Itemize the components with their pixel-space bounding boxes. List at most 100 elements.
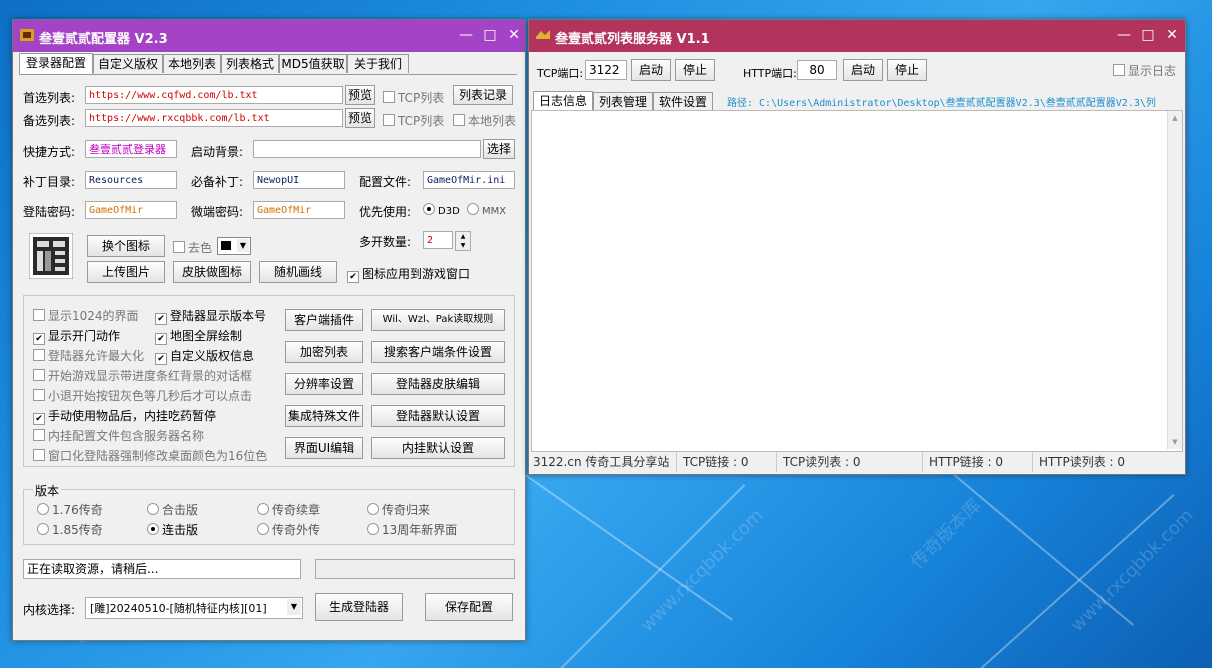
version-radio-4[interactable]: 1.85传奇	[37, 521, 103, 538]
version-3-dot[interactable]	[367, 503, 379, 515]
show-log-checkbox[interactable]: 显示日志	[1113, 62, 1176, 79]
version-7-dot[interactable]	[367, 523, 379, 535]
tcp-port-input[interactable]: 3122	[585, 60, 627, 80]
micro-pwd-input[interactable]: GameOfMir	[253, 201, 345, 219]
encrypt-list-button[interactable]: 加密列表	[285, 341, 363, 363]
tab-local-list[interactable]: 本地列表	[163, 54, 221, 73]
version-radio-6[interactable]: 传奇外传	[257, 521, 320, 538]
launcher-default-button[interactable]: 登陆器默认设置	[371, 405, 505, 427]
version-radio-5[interactable]: 连击版	[147, 521, 198, 538]
option-7-box[interactable]	[33, 389, 45, 401]
generate-launcher-button[interactable]: 生成登陆器	[315, 593, 403, 621]
resolution-button[interactable]: 分辨率设置	[285, 373, 363, 395]
minimize-icon[interactable]: —	[1113, 24, 1135, 46]
version-0-dot[interactable]	[37, 503, 49, 515]
option-checkbox-2[interactable]: 显示开门动作	[33, 327, 120, 345]
bg-input[interactable]	[253, 140, 481, 158]
scroll-down-icon[interactable]: ▼	[1168, 435, 1182, 449]
version-radio-2[interactable]: 传奇续章	[257, 501, 320, 518]
shortcut-input[interactable]: 叁壹贰贰登录器	[85, 140, 177, 158]
version-6-dot[interactable]	[257, 523, 269, 535]
d3d-radio-dot[interactable]	[423, 203, 435, 215]
list-server-titlebar[interactable]: 叁壹贰贰列表服务器 V1.1 — □ ✕	[529, 20, 1185, 52]
upload-image-button[interactable]: 上传图片	[87, 261, 165, 283]
option-6-box[interactable]	[33, 369, 45, 381]
option-1-box[interactable]	[155, 313, 167, 325]
tab-md5[interactable]: MD5值获取	[279, 54, 347, 73]
skin-edit-button[interactable]: 登陆器皮肤编辑	[371, 373, 505, 395]
random-line-button[interactable]: 随机画线	[259, 261, 337, 283]
config-file-input[interactable]: GameOfMir.ini	[423, 171, 515, 189]
tcp-list-checkbox-2[interactable]: TCP列表	[383, 112, 444, 129]
option-checkbox-3[interactable]: 地图全屏绘制	[155, 327, 242, 345]
option-4-box[interactable]	[33, 349, 45, 361]
change-icon-button[interactable]: 换个图标	[87, 235, 165, 257]
log-scrollbar[interactable]: ▲ ▼	[1167, 111, 1182, 449]
log-area[interactable]: ▲ ▼	[531, 110, 1183, 452]
remove-color-checkbox[interactable]: 去色	[173, 239, 212, 256]
first-list-input[interactable]: https://www.cqfwd.com/lb.txt	[85, 86, 343, 104]
tab-list-format[interactable]: 列表格式	[221, 54, 279, 73]
tcp-stop-button[interactable]: 停止	[675, 59, 715, 81]
http-stop-button[interactable]: 停止	[887, 59, 927, 81]
option-0-box[interactable]	[33, 309, 45, 321]
version-radio-7[interactable]: 13周年新界面	[367, 521, 457, 538]
option-3-box[interactable]	[155, 333, 167, 345]
http-start-button[interactable]: 启动	[843, 59, 883, 81]
wil-rules-button[interactable]: Wil、Wzl、Pak读取规则	[371, 309, 505, 331]
mmx-radio-dot[interactable]	[467, 203, 479, 215]
close-icon[interactable]: ✕	[503, 24, 525, 46]
option-checkbox-4[interactable]: 登陆器允许最大化	[33, 347, 144, 364]
option-5-box[interactable]	[155, 353, 167, 365]
http-port-input[interactable]: 80	[797, 60, 837, 80]
version-radio-0[interactable]: 1.76传奇	[37, 501, 103, 518]
local-list-checkbox[interactable]: 本地列表	[453, 112, 516, 129]
skin-icon-button[interactable]: 皮肤做图标	[173, 261, 251, 283]
list-record-button[interactable]: 列表记录	[453, 85, 513, 105]
save-config-button[interactable]: 保存配置	[425, 593, 513, 621]
option-checkbox-0[interactable]: 显示1024的界面	[33, 307, 139, 324]
required-patch-input[interactable]: NewopUI	[253, 171, 345, 189]
tab-custom-copyright[interactable]: 自定义版权	[93, 54, 163, 73]
tab-about[interactable]: 关于我们	[347, 54, 409, 73]
ui-edit-button[interactable]: 界面UI编辑	[285, 437, 363, 459]
client-plugin-button[interactable]: 客户端插件	[285, 309, 363, 331]
tab-log-info[interactable]: 日志信息	[533, 91, 593, 112]
preview-button-2[interactable]: 预览	[345, 108, 375, 128]
option-checkbox-8[interactable]: 手动使用物品后，内挂吃药暂停	[33, 407, 216, 425]
remove-color-checkbox-box[interactable]	[173, 241, 185, 253]
minimize-icon[interactable]: —	[455, 24, 477, 46]
core-select[interactable]: [雕]20240510-[随机特征内核][01] ▼	[85, 597, 303, 619]
chevron-down-icon[interactable]: ▼	[237, 239, 249, 252]
icon-apply-checkbox-box[interactable]	[347, 271, 359, 283]
scroll-up-icon[interactable]: ▲	[1168, 111, 1182, 125]
version-2-dot[interactable]	[257, 503, 269, 515]
tcp-list-checkbox-2-box[interactable]	[383, 114, 395, 126]
search-client-button[interactable]: 搜索客户端条件设置	[371, 341, 505, 363]
configurator-titlebar[interactable]: 叁壹贰贰配置器 V2.3 — □ ✕	[13, 20, 525, 52]
version-radio-3[interactable]: 传奇归来	[367, 501, 430, 518]
backup-list-input[interactable]: https://www.rxcqbbk.com/lb.txt	[85, 109, 343, 127]
tcp-list-checkbox-1[interactable]: TCP列表	[383, 89, 444, 106]
option-9-box[interactable]	[33, 429, 45, 441]
option-checkbox-10[interactable]: 窗口化登陆器强制修改桌面颜色为16位色	[33, 447, 267, 464]
option-checkbox-5[interactable]: 自定义版权信息	[155, 347, 254, 365]
local-list-checkbox-box[interactable]	[453, 114, 465, 126]
tab-launcher-config[interactable]: 登录器配置	[19, 53, 93, 74]
option-8-box[interactable]	[33, 413, 45, 425]
multi-open-spinner[interactable]: ▲ ▼	[455, 231, 471, 251]
version-4-dot[interactable]	[37, 523, 49, 535]
integrate-files-button[interactable]: 集成特殊文件	[285, 405, 363, 427]
version-5-dot[interactable]	[147, 523, 159, 535]
d3d-radio[interactable]: D3D	[423, 203, 460, 217]
chevron-down-icon[interactable]: ▼	[287, 599, 301, 615]
option-checkbox-1[interactable]: 登陆器显示版本号	[155, 307, 266, 325]
tab-software-settings[interactable]: 软件设置	[653, 92, 713, 111]
show-log-checkbox-box[interactable]	[1113, 64, 1125, 76]
version-radio-1[interactable]: 合击版	[147, 501, 198, 518]
icon-apply-checkbox[interactable]: 图标应用到游戏窗口	[347, 265, 470, 283]
option-checkbox-6[interactable]: 开始游戏显示带进度条红背景的对话框	[33, 367, 252, 384]
tcp-start-button[interactable]: 启动	[631, 59, 671, 81]
color-picker[interactable]: ▼	[217, 237, 251, 255]
close-icon[interactable]: ✕	[1161, 24, 1183, 46]
